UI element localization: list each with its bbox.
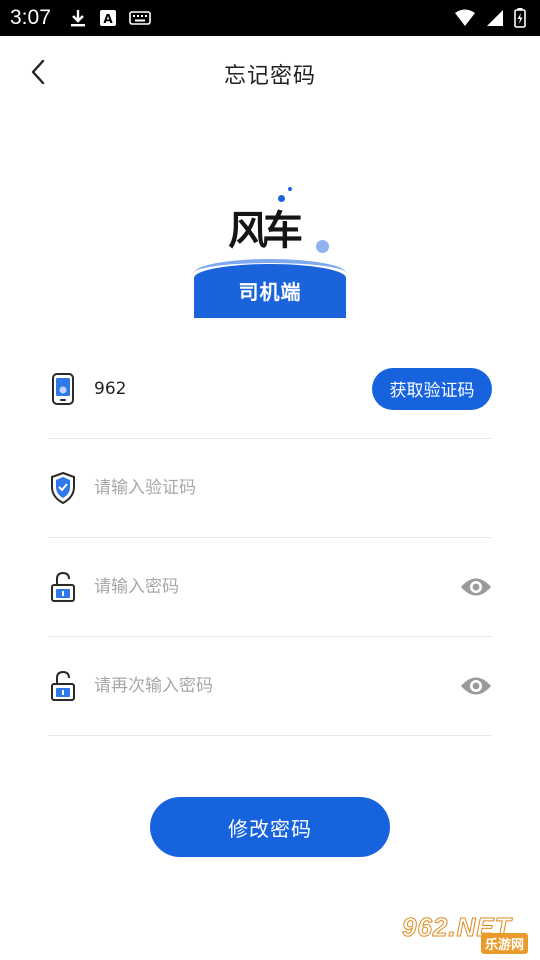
phone-icon [48, 372, 78, 405]
app-logo: 风车 司机端 [194, 184, 346, 320]
verify-shield-icon [48, 471, 78, 504]
eye-icon[interactable] [460, 675, 492, 697]
watermark-bottom: 乐游网 [480, 933, 528, 954]
get-code-button[interactable]: 获取验证码 [372, 367, 492, 410]
text-a-icon: A [99, 10, 116, 26]
code-row [48, 438, 492, 538]
password-input[interactable] [94, 568, 384, 605]
system-icons [454, 8, 526, 28]
logo-dot-small [288, 187, 292, 191]
download-icon [70, 10, 85, 27]
keyboard-icon [129, 11, 151, 25]
header: 忘记密码 [0, 36, 540, 108]
unlock-icon [48, 571, 78, 603]
code-input[interactable] [94, 469, 384, 506]
password-confirm-input[interactable] [94, 667, 384, 704]
status-bar: 3:07 A [0, 0, 540, 36]
notification-icons: A [69, 8, 151, 28]
status-time: 3:07 [10, 6, 51, 29]
wifi-icon [455, 9, 475, 26]
phone-input[interactable] [94, 370, 384, 407]
logo-brand: 风车 [228, 207, 303, 254]
svg-text:A: A [103, 12, 113, 26]
unlock-icon [48, 670, 78, 702]
phone-row: 获取验证码 [48, 339, 492, 439]
page-title: 忘记密码 [223, 64, 316, 89]
signal-icon [487, 10, 503, 26]
eye-icon[interactable] [460, 576, 492, 598]
logo-subtitle: 司机端 [238, 280, 302, 304]
logo-dot-large [316, 240, 329, 253]
battery-icon [514, 8, 526, 28]
change-password-button[interactable]: 修改密码 [150, 797, 390, 857]
password-confirm-row [48, 636, 492, 736]
watermark: 962.NET 乐游网 [402, 912, 532, 954]
password-row [48, 537, 492, 637]
